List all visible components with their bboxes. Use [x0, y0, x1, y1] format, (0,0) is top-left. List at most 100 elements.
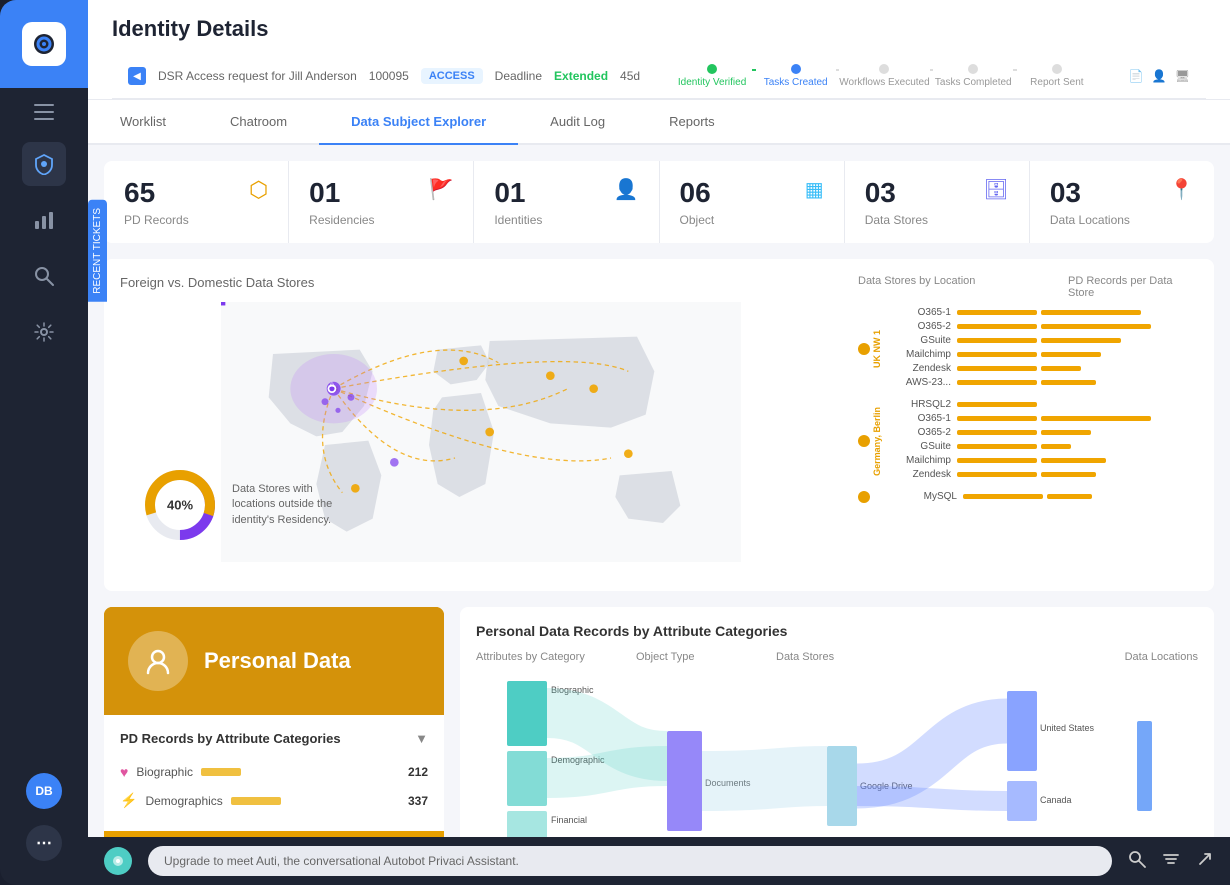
de-row-3: O365-2 — [886, 427, 1198, 438]
stat-object: 06 ▦ Object — [660, 161, 845, 243]
demographics-icon: ⚡ — [120, 792, 137, 809]
map-right: Data Stores by Location PD Records per D… — [858, 275, 1198, 575]
stat-label-obj: Object — [680, 213, 824, 227]
stat-data-stores: 03 🗄 Data Stores — [845, 161, 1030, 243]
de-row-6: Zendesk — [886, 469, 1198, 480]
ticket-deadline-status: Extended — [554, 69, 608, 83]
de-row-5: Mailchimp — [886, 455, 1198, 466]
filter-bottom-icon[interactable] — [1162, 850, 1180, 873]
stat-label-pd: PD Records — [124, 213, 268, 227]
demographics-count: 337 — [408, 794, 428, 808]
de-label-6: Zendesk — [886, 469, 951, 480]
location-group-de: Germany, Berlin HRSQL2 O365-1 — [858, 399, 1198, 483]
de-bar-5 — [957, 458, 1037, 463]
svg-text:⌂: ⌂ — [329, 379, 334, 389]
step-circle-3 — [879, 64, 889, 74]
expand-ticket[interactable]: ◀ — [128, 67, 146, 85]
location-group-uk: UK NW 1 O365-1 O365-2 — [858, 307, 1198, 391]
pd-subtitle: PD Records by Attribute Categories ▼ — [120, 731, 428, 746]
uk-label-6: AWS-23... — [886, 377, 951, 388]
de-bar-r6 — [1041, 472, 1096, 477]
recent-tickets-tab[interactable]: RECENT TICKETS — [88, 200, 107, 302]
stat-icon-res: 🚩 — [428, 177, 453, 202]
mysql-row: MySQL — [892, 491, 1198, 502]
uk-bar-3 — [957, 338, 1037, 343]
attribute-panel: Personal Data Records by Attribute Categ… — [460, 607, 1214, 837]
sidebar-item-chart[interactable] — [22, 198, 66, 242]
pd-record-demographics: ⚡ Demographics 337 — [120, 786, 428, 815]
step-circle-5 — [1052, 64, 1062, 74]
uk-row-2: O365-2 — [886, 321, 1198, 332]
de-bars: HRSQL2 O365-1 O365-2 — [886, 399, 1198, 483]
ticket-deadline-label: Deadline — [495, 69, 542, 83]
uk-row-6: AWS-23... — [886, 377, 1198, 388]
gear-icon — [33, 321, 55, 343]
de-bar-1 — [957, 402, 1037, 407]
stat-number-ds: 03 — [865, 177, 896, 209]
more-options[interactable]: ⋯ — [26, 825, 62, 861]
uk-bar-2 — [957, 324, 1037, 329]
ticket-icon-person[interactable]: 👤 — [1152, 69, 1167, 83]
user-avatar[interactable]: DB — [26, 773, 62, 809]
sidebar-item-settings[interactable] — [22, 310, 66, 354]
stat-number-dl: 03 — [1050, 177, 1081, 209]
stat-icon-pd: ⬡ — [249, 177, 268, 203]
bottom-bar: Upgrade to meet Auti, the conversational… — [88, 837, 1230, 885]
sidebar-bottom: DB ⋯ — [26, 765, 62, 885]
col2-title: PD Records per Data Store — [1068, 275, 1198, 299]
arrow-bottom-icon[interactable] — [1196, 850, 1214, 873]
personal-data-icon — [142, 645, 174, 677]
region-marker-mysql — [858, 491, 888, 503]
search-icon — [33, 265, 55, 287]
step-report-sent: Report Sent — [1017, 64, 1097, 88]
svg-text:United States: United States — [1040, 723, 1095, 733]
stat-header-id: 01 👤 — [494, 177, 638, 209]
tab-audit-log[interactable]: Audit Log — [518, 100, 637, 145]
pd-title: Personal Data — [204, 648, 351, 674]
ticket-icons: 📄 👤 🖥 — [1129, 69, 1190, 83]
stat-label-dl: Data Locations — [1050, 213, 1194, 227]
tab-chatroom[interactable]: Chatroom — [198, 100, 319, 145]
search-bottom-icon[interactable] — [1128, 850, 1146, 873]
uk-row-4: Mailchimp — [886, 349, 1198, 360]
ticket-icon-doc[interactable]: 📄 — [1129, 69, 1144, 83]
step-workflows: Workflows Executed — [839, 64, 929, 88]
tab-worklist[interactable]: Worklist — [88, 100, 198, 145]
de-label-5: Mailchimp — [886, 455, 951, 466]
demographics-label: Demographics — [145, 794, 222, 808]
uk-bar-r1 — [1041, 310, 1141, 315]
stat-identities: 01 👤 Identities — [474, 161, 659, 243]
step-label-4: Tasks Completed — [935, 77, 1012, 88]
region-marker-uk: UK NW 1 — [858, 307, 882, 391]
personal-data-panel: Personal Data PD Records by Attribute Ca… — [104, 607, 444, 837]
demographics-bar — [231, 797, 281, 805]
donut-section: 40% Data Stores with locations outside t… — [140, 465, 352, 545]
tab-reports[interactable]: Reports — [637, 100, 747, 145]
sidebar-item-shield[interactable] — [22, 142, 66, 186]
stat-icon-ds: 🗄 — [983, 177, 1008, 202]
de-label-4: GSuite — [886, 441, 951, 452]
stat-residencies: 01 🚩 Residencies — [289, 161, 474, 243]
sidebar-item-search[interactable] — [22, 254, 66, 298]
menu-button[interactable] — [0, 88, 88, 136]
de-label-1: HRSQL2 — [886, 399, 951, 410]
tab-data-subject-explorer[interactable]: Data Subject Explorer — [319, 100, 518, 145]
donut-desc: Data Stores with locations outside the i… — [232, 482, 352, 528]
stat-icon-id: 👤 — [614, 177, 639, 202]
stat-label-ds: Data Stores — [865, 213, 1009, 227]
stat-icon-obj: ▦ — [805, 177, 824, 202]
uk-bar-6 — [957, 380, 1037, 385]
pd-dropdown-btn[interactable]: ▼ — [415, 731, 428, 746]
col1-title: Data Stores by Location — [858, 275, 1068, 299]
mysql-label: MySQL — [892, 491, 957, 502]
stat-data-locations: 03 📍 Data Locations — [1030, 161, 1214, 243]
biographic-count: 212 — [408, 765, 428, 779]
uk-label-2: O365-2 — [886, 321, 951, 332]
region-label-de: Germany, Berlin — [872, 407, 882, 476]
de-bar-2 — [957, 416, 1037, 421]
logo-inner — [22, 22, 66, 66]
uk-bar-5 — [957, 366, 1037, 371]
sankey-chart: Biographic Demographic Financial — [476, 671, 1198, 837]
arrow-icon — [1196, 850, 1214, 868]
ticket-icon-screen[interactable]: 🖥 — [1175, 69, 1190, 83]
